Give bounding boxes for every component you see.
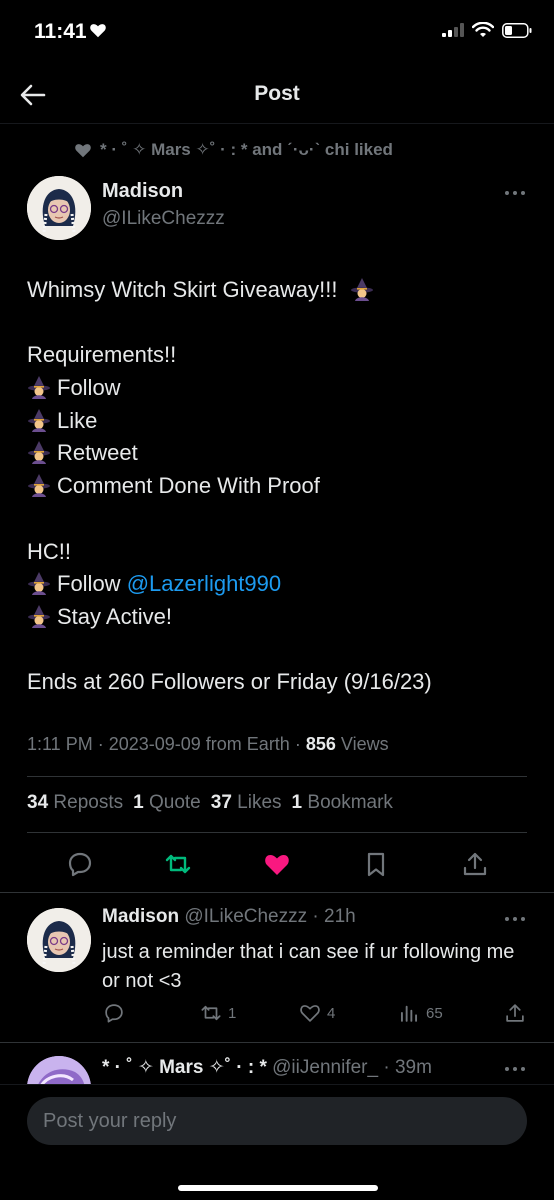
- post-source: from Earth: [205, 734, 290, 754]
- post-meta: 1:11 PM · 2023-09-09 from Earth · 856 Vi…: [27, 734, 389, 754]
- liked-by-text: * · ˚ ✧ Mars ✧˚ · : * and ˊ·ᴗ·ˋ chi like…: [100, 140, 393, 159]
- more-icon[interactable]: [503, 1064, 527, 1074]
- post-line: HC!!: [27, 538, 71, 564]
- witch-emoji-icon: [350, 277, 374, 301]
- wifi-icon: [472, 22, 494, 37]
- avatar[interactable]: [27, 176, 91, 240]
- top-nav: Post: [0, 66, 554, 124]
- reply-text: just a reminder that i can see if ur fol…: [102, 941, 515, 992]
- share-icon: [506, 1004, 524, 1022]
- views-count: 856: [305, 734, 336, 754]
- witch-emoji-icon: [27, 375, 51, 399]
- bookmark-icon[interactable]: [362, 850, 390, 878]
- reply-icon: [105, 1004, 123, 1023]
- repost-icon[interactable]: [164, 850, 192, 878]
- author-name[interactable]: Madison: [102, 180, 183, 203]
- status-bar: 11:41: [0, 0, 554, 66]
- home-indicator[interactable]: [178, 1185, 378, 1191]
- post-line: Stay Active!: [27, 601, 527, 634]
- social-context[interactable]: * · ˚ ✧ Mars ✧˚ · : * and ˊ·ᴗ·ˋ chi like…: [74, 140, 393, 160]
- reply-header: Madison @ILikeChezzz · 21h: [102, 906, 356, 927]
- author-handle[interactable]: @ILikeChezzz: [102, 208, 225, 230]
- share-icon[interactable]: [461, 850, 489, 878]
- status-time: 11:41: [34, 20, 87, 43]
- engagement-stats: 34 Reposts 1 Quote 37 Likes 1 Bookmark: [27, 792, 393, 814]
- witch-emoji-icon: [27, 408, 51, 432]
- reply-composer: [0, 1084, 554, 1200]
- divider: [27, 776, 527, 777]
- post-line: Like: [27, 405, 527, 438]
- reply-reply-button[interactable]: [103, 1002, 125, 1024]
- reply-reposts-count: 1: [228, 1004, 237, 1022]
- post-line: Follow: [27, 372, 527, 405]
- next-reply-author-handle[interactable]: @iiJennifer_: [272, 1057, 378, 1078]
- bookmarks-stat[interactable]: 1 Bookmark: [292, 792, 393, 814]
- views-icon: [400, 1005, 418, 1022]
- avatar-illustration: [27, 908, 91, 972]
- reply-views-count: 65: [426, 1004, 443, 1022]
- more-icon[interactable]: [503, 188, 527, 198]
- post-text: Whimsy Witch Skirt Giveaway!!! Requireme…: [27, 274, 527, 699]
- witch-emoji-icon: [27, 473, 51, 497]
- quotes-stat[interactable]: 1 Quote: [133, 792, 201, 814]
- reply-author-name[interactable]: Madison: [102, 906, 179, 927]
- next-reply-header: * · ˚ ✧ Mars ✧˚ · : * @iiJennifer_ · 39m: [102, 1057, 432, 1078]
- divider: [0, 892, 554, 893]
- signal-icon: [442, 23, 464, 37]
- mention-link[interactable]: @Lazerlight990: [127, 571, 281, 596]
- likes-stat[interactable]: 37 Likes: [211, 792, 282, 814]
- post-line: Retweet: [27, 437, 527, 470]
- reply-input[interactable]: [27, 1097, 527, 1145]
- post-line: Whimsy Witch Skirt Giveaway!!!: [27, 274, 527, 307]
- reply-avatar[interactable]: [27, 908, 91, 972]
- post-line: Comment Done With Proof: [27, 470, 527, 503]
- reply-share-button[interactable]: [504, 1002, 526, 1024]
- reply-age: 21h: [324, 906, 356, 927]
- reply-views-button[interactable]: 65: [398, 1002, 443, 1024]
- page-title: Post: [254, 82, 300, 105]
- reply-author-handle[interactable]: @ILikeChezzz: [184, 906, 307, 927]
- post-date: 2023-09-09: [108, 734, 201, 754]
- witch-emoji-icon: [27, 571, 51, 595]
- like-icon[interactable]: [263, 850, 291, 878]
- next-reply-author-name[interactable]: * · ˚ ✧ Mars ✧˚ · : *: [102, 1057, 267, 1078]
- heart-icon: [75, 144, 91, 158]
- more-icon[interactable]: [503, 914, 527, 924]
- next-reply-age: 39m: [394, 1057, 432, 1078]
- reply-likes-count: 4: [327, 1004, 336, 1022]
- reply-icon[interactable]: [66, 850, 94, 878]
- heart-outline-icon: [300, 1005, 320, 1022]
- reposts-stat[interactable]: 34 Reposts: [27, 792, 123, 814]
- divider: [27, 832, 527, 833]
- post-time: 1:11 PM: [27, 734, 93, 754]
- post-line: Ends at 260 Followers or Friday (9/16/23…: [27, 669, 432, 695]
- witch-emoji-icon: [27, 604, 51, 628]
- post-line: Follow @Lazerlight990: [27, 568, 527, 601]
- status-indicators: [442, 22, 532, 38]
- reply-like-button[interactable]: 4: [299, 1002, 335, 1024]
- reply-repost-button[interactable]: 1: [200, 1002, 236, 1024]
- post-line: Requirements!!: [27, 342, 177, 368]
- views-label[interactable]: Views: [341, 734, 389, 754]
- witch-emoji-icon: [27, 440, 51, 464]
- divider: [0, 1042, 554, 1043]
- heart-status-icon: [90, 24, 106, 38]
- avatar-illustration: [27, 176, 91, 240]
- battery-icon: [502, 22, 532, 38]
- repost-icon: [201, 1005, 221, 1021]
